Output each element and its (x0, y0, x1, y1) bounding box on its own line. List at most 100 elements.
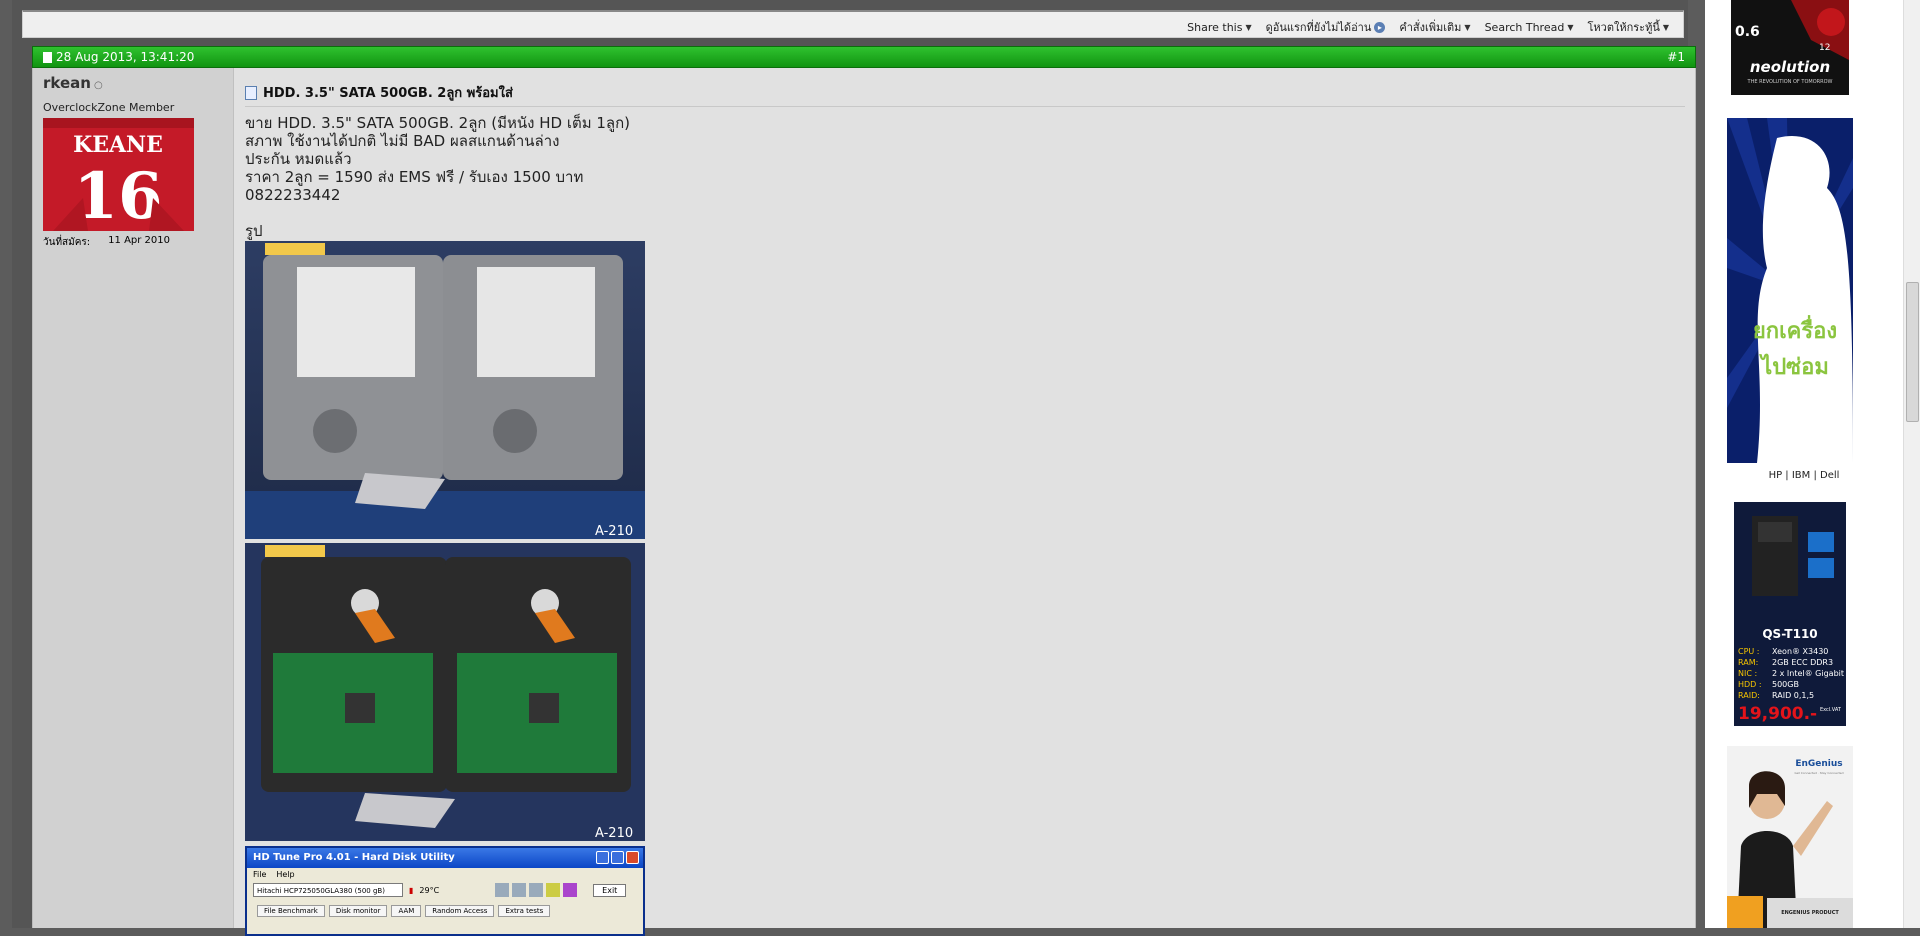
document-icon (43, 51, 52, 63)
chevron-down-icon: ▼ (1464, 22, 1471, 32)
tab-aam: AAM (391, 905, 422, 917)
ad-neolution-image: 0.6 12 neolution THE REVOLUTION OF TOMOR… (1731, 0, 1849, 95)
spec-value: RAID 0,1,5 (1772, 691, 1814, 700)
post-date-text: 28 Aug 2013, 13:41:20 (56, 50, 195, 64)
ad1-sub: THE REVOLUTION OF TOMORROW (1747, 79, 1833, 85)
message-line: 0822233442 (245, 186, 341, 204)
spec-key: RAM: (1738, 658, 1758, 667)
close-icon (626, 851, 639, 864)
arrow-right-icon: ▸ (1374, 21, 1386, 33)
hdd-photo-top-image: A-210 (245, 241, 645, 539)
hdd-photo-bottom-image: A-210 (245, 543, 645, 841)
scrollbar-thumb[interactable] (1906, 282, 1919, 422)
ad-server[interactable]: QS-T110 CPU : Xeon® X3430 RAM: 2GB ECC D… (1734, 502, 1846, 726)
menu-file: File (253, 870, 267, 879)
exit-button: Exit (593, 883, 627, 897)
vote-thread-label: โหวตให้กระทู้นี้ (1587, 21, 1660, 34)
search-thread-label: Search Thread (1484, 20, 1565, 34)
post-header: 28 Aug 2013, 13:41:20 #1 (32, 46, 1696, 68)
hdtune-title: HD Tune Pro 4.01 - Hard Disk Utility (253, 852, 455, 863)
more-commands-button[interactable]: คำสั่งเพิ่มเติม ▼ (1399, 18, 1470, 36)
hdd-photo-top[interactable]: A-210 (245, 241, 645, 539)
tab-file-benchmark: File Benchmark (257, 905, 325, 917)
post-date: 28 Aug 2013, 13:41:20 (43, 50, 194, 64)
spec-value: Xeon® X3430 (1772, 647, 1828, 656)
message-line: ราคา 2ลูก = 1590 ส่ง EMS ฟรี / รับเอง 15… (245, 168, 584, 186)
user-info: rkean ○ OverclockZone Member KEANE 16 วัน… (33, 68, 234, 928)
page: Share this ▼ ดูอันแรกที่ยังไม่ได้อ่าน ▸ คำ… (0, 0, 1920, 936)
chevron-down-icon: ▼ (1245, 22, 1252, 32)
spec-value: 2GB ECC DDR3 (1772, 658, 1833, 667)
avatar-image: KEANE 16 (43, 118, 194, 231)
scrollbar[interactable] (1903, 0, 1920, 928)
first-unread-link[interactable]: ดูอันแรกที่ยังไม่ได้อ่าน ▸ (1266, 18, 1386, 36)
message-line: สภาพ ใช้งานได้ปกติ ไม่มี BAD ผลสแกนด้านล… (245, 132, 560, 150)
ad-server-image: QS-T110 CPU : Xeon® X3430 RAM: 2GB ECC D… (1734, 502, 1846, 726)
ad-neolution[interactable]: 0.6 12 neolution THE REVOLUTION OF TOMOR… (1731, 0, 1849, 95)
more-commands-label: คำสั่งเพิ่มเติม (1399, 21, 1462, 34)
spec-value: 500GB (1772, 680, 1799, 689)
post-title-text: HDD. 3.5" SATA 500GB. 2ลูก พร้อมใส่ (263, 86, 513, 101)
spec-key: NIC : (1738, 669, 1757, 678)
divider (245, 106, 1685, 107)
sidebar: 0.6 12 neolution THE REVOLUTION OF TOMOR… (1705, 0, 1903, 928)
ad-engenius[interactable]: EnGenius Get Connected · Stay Connected … (1727, 746, 1853, 928)
username-text: rkean (43, 74, 91, 92)
ad-repair-image: ยกเครื่อง ไปซ่อม (1727, 118, 1853, 463)
photo-caption: A-210 (595, 826, 633, 841)
thread-tools: Share this ▼ ดูอันแรกที่ยังไม่ได้อ่าน ▸ คำ… (1187, 18, 1669, 36)
ad-engenius-image: EnGenius Get Connected · Stay Connected … (1727, 746, 1853, 928)
ad1-badge-2: 12 (1819, 43, 1830, 53)
tab-extra-tests: Extra tests (498, 905, 551, 917)
ad1-brand: neolution (1750, 58, 1830, 76)
hdtune-toolbar: Hitachi HCP725050GLA380 (500 gB) ▮ 29°C … (247, 881, 643, 899)
avatar[interactable]: KEANE 16 (43, 118, 194, 231)
post-body: rkean ○ OverclockZone Member KEANE 16 วัน… (32, 68, 1696, 936)
chevron-down-icon: ▼ (1567, 22, 1574, 32)
post-number-link[interactable]: #1 (1667, 50, 1685, 64)
join-label: วันที่สมัคร: (43, 237, 91, 248)
ad-repair[interactable]: ยกเครื่อง ไปซ่อม (1727, 118, 1853, 463)
user-title: OverclockZone Member (43, 101, 175, 114)
photo-caption: A-210 (595, 524, 633, 539)
forum-area: Share this ▼ ดูอันแรกที่ยังไม่ได้อ่าน ▸ คำ… (12, 0, 1696, 936)
post-icon (245, 85, 257, 100)
message-line: ขาย HDD. 3.5" SATA 500GB. 2ลูก (มีหนัง H… (245, 114, 631, 132)
ad4-sub: Get Connected · Stay Connected (1794, 771, 1843, 775)
avatar-number: 16 (73, 159, 162, 231)
ad3-price: 19,900.- (1738, 704, 1817, 724)
post-message: ขาย HDD. 3.5" SATA 500GB. 2ลูก (มีหนัง H… (245, 114, 630, 240)
ad3-vat: Excl.VAT (1820, 707, 1842, 713)
offline-status-icon: ○ (93, 80, 103, 91)
hdtune-titlebar: HD Tune Pro 4.01 - Hard Disk Utility (247, 848, 643, 868)
ad2-line-2: ไปซ่อม (1759, 353, 1829, 380)
hdtune-menu: File Help (247, 868, 643, 881)
drive-select: Hitachi HCP725050GLA380 (500 gB) (253, 883, 403, 897)
menu-help: Help (276, 870, 295, 879)
avatar-name: KEANE (73, 132, 163, 158)
chevron-down-icon: ▼ (1662, 22, 1669, 32)
hdtune-screenshot[interactable]: HD Tune Pro 4.01 - Hard Disk Utility Fil… (245, 846, 645, 936)
join-date-row: วันที่สมัคร: 11 Apr 2010 (43, 235, 170, 250)
pic-label: รูป (245, 222, 263, 240)
thread-tools-bar: Share this ▼ ดูอันแรกที่ยังไม่ได้อ่าน ▸ คำ… (22, 10, 1684, 38)
tool-icons (495, 883, 578, 897)
message-line: ประกัน หมดแล้ว (245, 150, 352, 168)
ad3-model: QS-T110 (1762, 627, 1817, 641)
first-unread-label: ดูอันแรกที่ยังไม่ได้อ่าน (1265, 21, 1372, 34)
ad-links[interactable]: HP | IBM | Dell (1705, 470, 1903, 481)
post-content: HDD. 3.5" SATA 500GB. 2ลูก พร้อมใส่ ขาย … (245, 68, 1685, 936)
username[interactable]: rkean ○ (43, 74, 103, 92)
ad4-footer: ENGENIUS PRODUCT (1781, 910, 1839, 916)
post-title: HDD. 3.5" SATA 500GB. 2ลูก พร้อมใส่ (245, 82, 513, 103)
temperature: 29°C (419, 885, 440, 895)
share-label: Share this (1187, 20, 1243, 34)
spec-key: CPU : (1738, 647, 1760, 656)
hdd-photo-bottom[interactable]: A-210 (245, 543, 645, 841)
share-this-button[interactable]: Share this ▼ (1187, 21, 1251, 34)
search-thread-button[interactable]: Search Thread ▼ (1485, 21, 1574, 34)
ad4-brand: EnGenius (1795, 759, 1842, 769)
spec-key: RAID: (1738, 691, 1760, 700)
vote-thread-button[interactable]: โหวตให้กระทู้นี้ ▼ (1587, 18, 1669, 36)
